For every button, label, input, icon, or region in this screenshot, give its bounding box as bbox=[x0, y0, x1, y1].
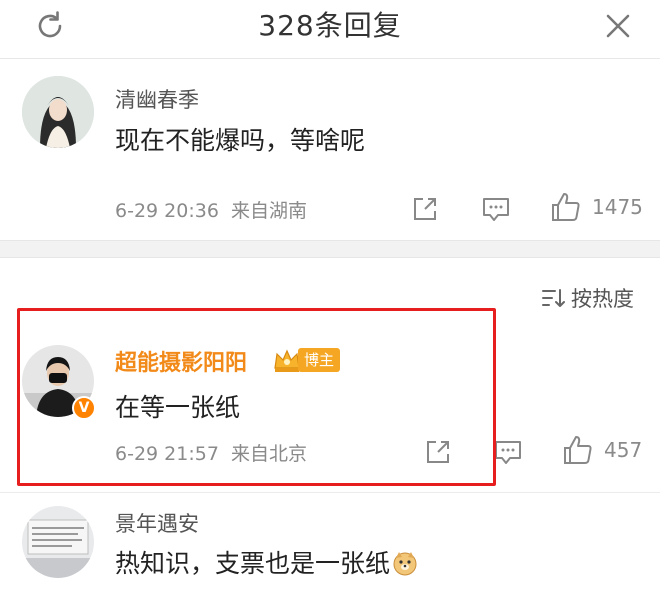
thumbs-up-icon bbox=[564, 436, 592, 464]
comment-button[interactable] bbox=[480, 194, 512, 224]
highlight-frame bbox=[17, 308, 496, 486]
comment-icon bbox=[495, 441, 521, 464]
page-title: 328条回复 bbox=[258, 9, 402, 42]
comment-divider bbox=[0, 492, 660, 493]
like-count: 457 bbox=[604, 438, 643, 462]
comment-icon bbox=[483, 198, 509, 221]
avatar[interactable] bbox=[22, 76, 94, 148]
share-button[interactable] bbox=[410, 194, 440, 224]
sort-label: 按热度 bbox=[571, 287, 634, 311]
comment-username[interactable]: 清幽春季 bbox=[115, 84, 199, 114]
share-icon bbox=[414, 198, 436, 220]
header-divider bbox=[0, 58, 660, 59]
close-icon[interactable] bbox=[598, 6, 638, 46]
sort-icon bbox=[542, 289, 565, 307]
doge-emoji-icon bbox=[393, 552, 417, 576]
comment-content: 现在不能爆吗，等啥呢 bbox=[115, 126, 366, 155]
like-count: 1475 bbox=[592, 195, 643, 219]
comment-content: 热知识，支票也是一张纸 bbox=[115, 544, 418, 580]
thumbs-up-icon bbox=[552, 193, 580, 221]
comment-location: 来自湖南 bbox=[230, 200, 307, 222]
comment-meta: 6-29 20:36 来自湖南 bbox=[115, 196, 307, 223]
like-button[interactable]: 457 bbox=[562, 435, 642, 465]
header-bar: 328条回复 bbox=[0, 0, 660, 56]
avatar[interactable] bbox=[22, 506, 94, 578]
like-button[interactable]: 1475 bbox=[550, 192, 643, 222]
comment-button[interactable] bbox=[492, 437, 524, 467]
comment-time: 6-29 20:36 bbox=[115, 200, 219, 222]
comment-username[interactable]: 景年遇安 bbox=[115, 508, 199, 538]
section-divider bbox=[0, 240, 660, 258]
comment-text: 热知识，支票也是一张纸 bbox=[115, 549, 391, 578]
sort-by-hot-button[interactable]: 按热度 bbox=[541, 284, 634, 312]
